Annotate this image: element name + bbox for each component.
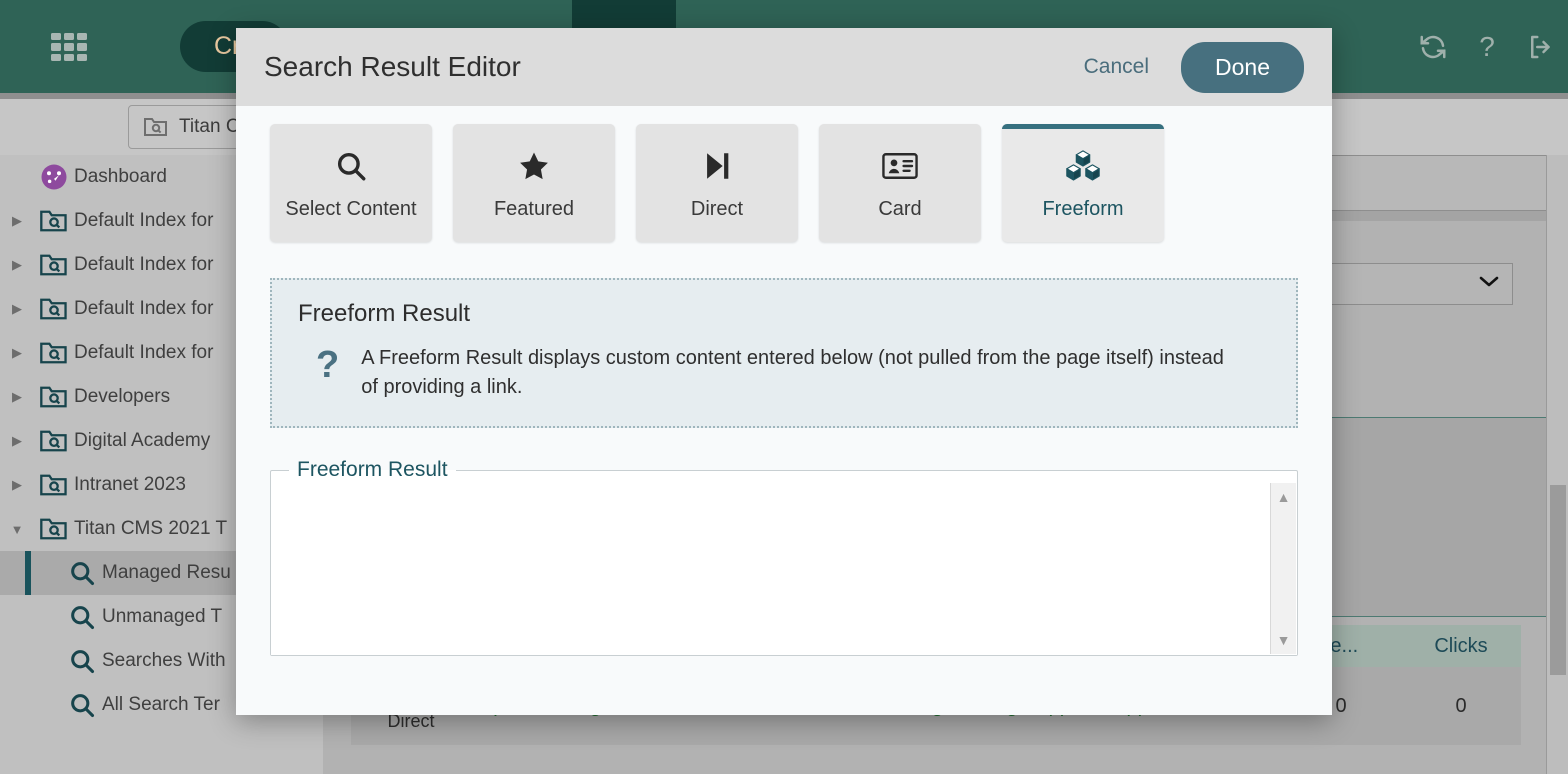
tab-card[interactable]: Card — [819, 124, 981, 242]
search-icon — [62, 603, 102, 631]
tab-select-content[interactable]: Select Content — [270, 124, 432, 242]
info-panel-title: Freeform Result — [298, 300, 471, 327]
tab-label: Featured — [493, 197, 575, 220]
tab-label: Direct — [690, 197, 744, 220]
chevron-right-icon[interactable]: ▶ — [0, 477, 34, 493]
tab-label: Freeform — [1042, 197, 1124, 220]
info-panel-text: A Freeform Result displays custom conten… — [361, 347, 1224, 398]
modal-header: Search Result Editor Cancel Done — [236, 28, 1332, 106]
textarea-scrollbar[interactable]: ▲ ▼ — [1270, 483, 1296, 654]
scrollbar-thumb[interactable] — [1550, 485, 1566, 675]
sidebar-item-label: Default Index for — [74, 298, 214, 319]
chevron-right-icon[interactable]: ▶ — [0, 345, 34, 361]
dashboard-icon — [34, 162, 74, 192]
chevron-right-icon[interactable]: ▶ — [0, 213, 34, 229]
scroll-up-arrow-icon[interactable]: ▲ — [1277, 489, 1291, 505]
info-panel: Freeform Result ? A Freeform Result disp… — [270, 278, 1298, 428]
sidebar-item-label: Unmanaged T — [102, 606, 223, 627]
chevron-right-icon[interactable]: ▶ — [0, 301, 34, 317]
star-icon — [517, 146, 551, 186]
freeform-fieldset: Freeform Result ▲ ▼ — [270, 458, 1298, 656]
search-icon — [62, 559, 102, 587]
chevron-right-icon[interactable]: ▶ — [0, 257, 34, 273]
sidebar-item-label: Digital Academy — [74, 430, 211, 451]
folder-search-icon — [143, 116, 169, 138]
topbar-right-actions: ? — [1406, 0, 1568, 93]
freeform-field-wrapper: Freeform Result ▲ ▼ — [270, 458, 1298, 656]
table-header-clicks: Clicks — [1434, 634, 1488, 657]
folder-search-icon — [34, 472, 74, 498]
sidebar-item-label: Titan CMS 2021 T — [74, 518, 228, 539]
freeform-legend: Freeform Result — [297, 458, 448, 481]
folder-search-icon — [34, 296, 74, 322]
sidebar-item-label: Intranet 2023 — [74, 474, 186, 495]
folder-search-icon — [34, 516, 74, 542]
content-panel-box — [1323, 155, 1568, 211]
cubes-icon — [1064, 146, 1102, 186]
sidebar-item-label: Dashboard — [74, 166, 167, 187]
sidebar-item-label: Managed Resu — [102, 562, 231, 583]
sidebar-item-label: Default Index for — [74, 210, 214, 231]
tab-freeform[interactable]: Freeform — [1002, 124, 1164, 242]
preview-box — [1328, 417, 1568, 617]
cancel-button[interactable]: Cancel — [1066, 47, 1167, 87]
chevron-right-icon[interactable]: ▶ — [0, 389, 34, 405]
folder-search-icon — [34, 428, 74, 454]
freeform-textarea[interactable] — [271, 482, 1297, 655]
help-icon[interactable]: ? — [1460, 0, 1514, 93]
scroll-down-arrow-icon[interactable]: ▼ — [1277, 632, 1291, 648]
sidebar-item-label: Searches With — [102, 650, 226, 671]
page-title: Search Result Editor — [264, 51, 521, 82]
tab-label: Select Content — [285, 197, 417, 220]
folder-search-icon — [34, 384, 74, 410]
done-button[interactable]: Done — [1181, 41, 1304, 93]
logout-icon[interactable] — [1514, 0, 1568, 93]
page-select[interactable] — [1328, 263, 1513, 305]
search-icon — [62, 691, 102, 719]
tab-label: Card — [878, 197, 922, 220]
search-icon — [334, 146, 368, 186]
chevron-right-icon[interactable]: ▶ — [0, 433, 34, 449]
search-icon — [62, 647, 102, 675]
search-result-editor-modal: Search Result Editor Cancel Done Select … — [236, 28, 1332, 715]
grid-apps-icon[interactable] — [51, 33, 87, 61]
sidebar-item-label: Default Index for — [74, 254, 214, 275]
sidebar-item-label: Developers — [74, 386, 171, 407]
folder-search-icon — [34, 252, 74, 278]
table-cell-clicks: 0 — [1455, 694, 1467, 717]
tab-direct[interactable]: Direct — [636, 124, 798, 242]
chevron-down-icon — [1478, 274, 1500, 288]
folder-search-icon — [34, 208, 74, 234]
modal-body: Select Content Featured Direct Card Free… — [236, 106, 1332, 656]
folder-search-icon — [34, 340, 74, 366]
sidebar-item-label: All Search Ter — [102, 694, 220, 715]
skip-forward-icon — [700, 146, 734, 186]
refresh-icon[interactable] — [1406, 0, 1460, 93]
sidebar-item-label: Default Index for — [74, 342, 214, 363]
id-card-icon — [882, 146, 918, 186]
page-scrollbar[interactable]: ▲ — [1546, 155, 1568, 774]
question-mark-icon: ? — [316, 344, 340, 386]
tab-featured[interactable]: Featured — [453, 124, 615, 242]
chevron-down-icon[interactable]: ▼ — [0, 522, 34, 537]
result-type-tabs: Select Content Featured Direct Card Free… — [270, 106, 1298, 242]
